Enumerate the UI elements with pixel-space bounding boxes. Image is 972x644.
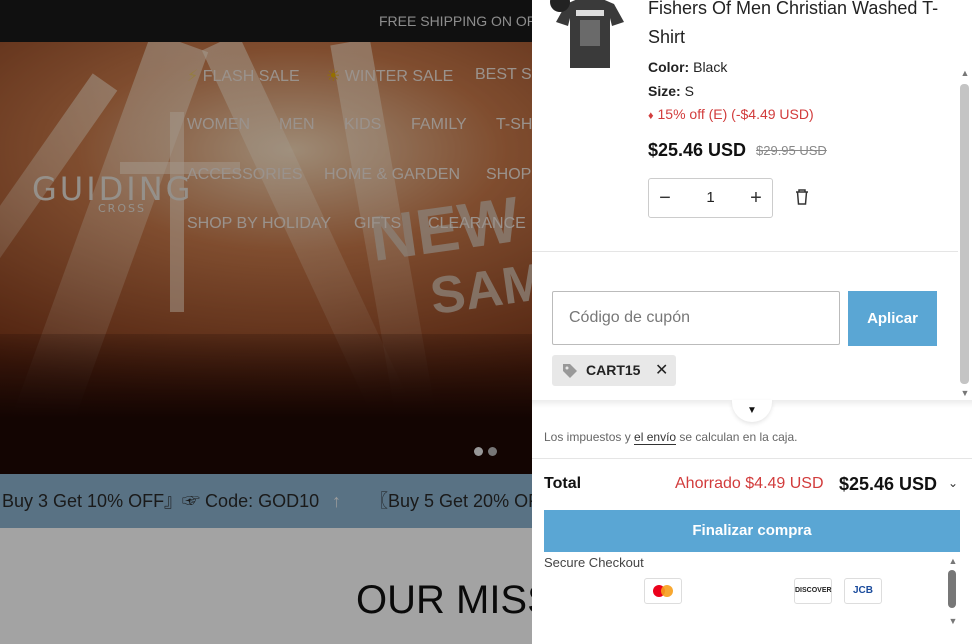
discover-icon: DISCOVER bbox=[794, 578, 832, 604]
divider bbox=[532, 251, 958, 252]
remove-coupon-button[interactable]: ✕ bbox=[655, 355, 668, 386]
product-color: Color: Black bbox=[648, 59, 727, 75]
apply-coupon-button[interactable]: Aplicar bbox=[848, 291, 937, 346]
tax-note: Los impuestos y el envío se calculan en … bbox=[544, 430, 798, 445]
tax-text: Los impuestos y bbox=[544, 430, 635, 444]
checkout-button[interactable]: Finalizar compra bbox=[544, 510, 960, 552]
cart-drawer: Fishers Of Men Christian Washed T-Shirt … bbox=[532, 0, 972, 644]
product-original-price: $29.95 USD bbox=[756, 143, 827, 158]
product-thumbnail[interactable] bbox=[546, 0, 634, 72]
scroll-up-arrow[interactable]: ▲ bbox=[960, 68, 970, 78]
size-label: Size: bbox=[648, 83, 681, 99]
size-value: S bbox=[684, 83, 694, 99]
product-price: $25.46 USD bbox=[648, 140, 747, 160]
chevron-down-icon[interactable]: ⌄ bbox=[948, 476, 958, 490]
discover-text: DISCOVER bbox=[795, 587, 832, 594]
total-value[interactable]: $25.46 USD bbox=[839, 474, 937, 495]
scrollbar-thumb[interactable] bbox=[960, 84, 969, 384]
applied-coupon-chip: CART15 ✕ bbox=[552, 355, 676, 386]
jcb-icon: JCB bbox=[844, 578, 882, 604]
decrease-quantity-button[interactable]: − bbox=[649, 179, 681, 217]
secure-checkout-label: Secure Checkout bbox=[544, 555, 644, 570]
quantity-value[interactable]: 1 bbox=[689, 179, 732, 217]
color-value: Black bbox=[693, 59, 728, 75]
trash-icon[interactable] bbox=[794, 188, 810, 206]
coupon-input[interactable]: Código de cupón bbox=[552, 291, 840, 345]
scrollbar-thumb[interactable] bbox=[948, 570, 956, 608]
scroll-up-arrow[interactable]: ▲ bbox=[948, 556, 958, 566]
product-size: Size: S bbox=[648, 83, 694, 99]
shipping-link[interactable]: el envío bbox=[634, 430, 677, 445]
total-label: Total bbox=[544, 475, 582, 492]
increase-quantity-button[interactable]: + bbox=[740, 179, 772, 217]
color-label: Color: bbox=[648, 59, 690, 75]
coupon-code: CART15 bbox=[586, 362, 641, 378]
scroll-down-arrow[interactable]: ▼ bbox=[960, 388, 970, 398]
divider bbox=[532, 458, 972, 459]
product-name[interactable]: Fishers Of Men Christian Washed T-Shirt bbox=[648, 0, 948, 52]
discount-text: 15% off (E) (-$4.49 USD) bbox=[657, 106, 814, 122]
page-overlay[interactable] bbox=[0, 0, 532, 644]
tax-text: se calculan en la caja. bbox=[676, 430, 798, 444]
collapse-toggle[interactable]: ▼ bbox=[732, 400, 772, 422]
tag-icon bbox=[563, 364, 577, 378]
tag-icon: ♦ bbox=[648, 110, 654, 122]
discount-line: ♦ 15% off (E) (-$4.49 USD) bbox=[648, 106, 814, 122]
jcb-text: JCB bbox=[852, 585, 873, 596]
caret-down-icon: ▼ bbox=[747, 405, 757, 416]
saved-amount: Ahorrado $4.49 USD bbox=[675, 475, 824, 492]
scroll-down-arrow[interactable]: ▼ bbox=[948, 616, 958, 626]
mastercard-icon bbox=[644, 578, 682, 604]
quantity-stepper[interactable]: − 1 + bbox=[648, 178, 773, 218]
